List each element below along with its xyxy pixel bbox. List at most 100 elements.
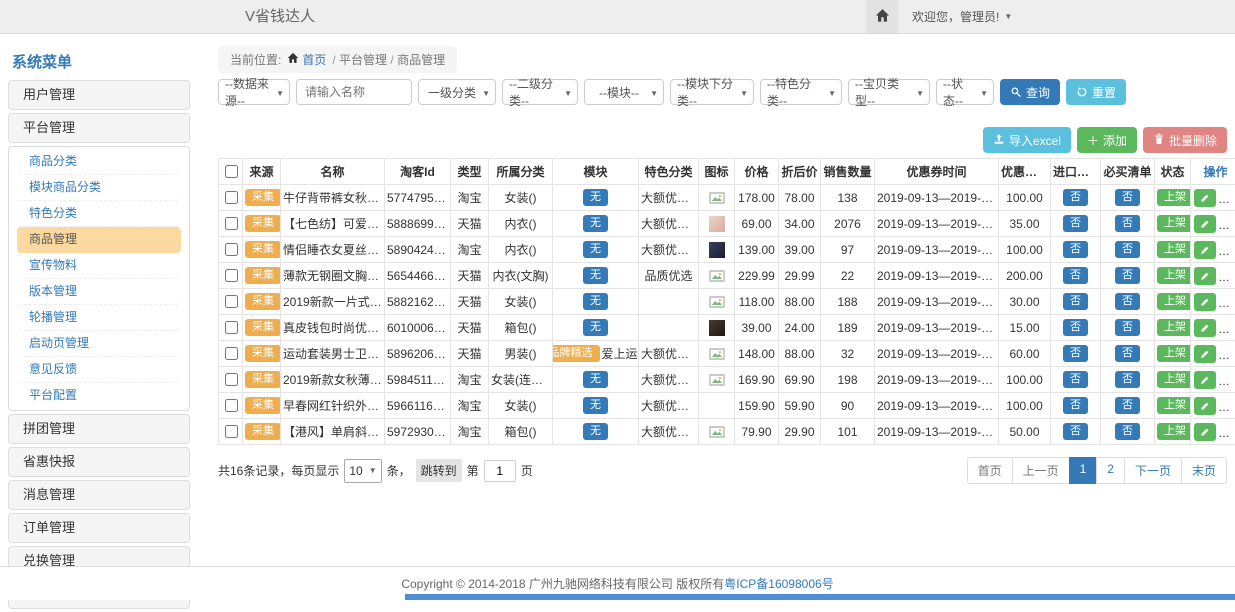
sidebar-item-商品分类[interactable]: 商品分类 — [17, 149, 181, 175]
status-badge[interactable]: 上架 — [1157, 397, 1191, 414]
icp-link[interactable]: 粤ICP备16098006号 — [724, 575, 833, 592]
status-badge[interactable]: 上架 — [1157, 345, 1191, 362]
add-button[interactable]: ＋添加 — [1077, 127, 1137, 153]
status-badge[interactable]: 上架 — [1157, 215, 1191, 232]
must-buy-badge[interactable]: 否 — [1115, 189, 1140, 206]
import-choice-badge[interactable]: 否 — [1063, 319, 1088, 336]
status-badge[interactable]: 上架 — [1157, 267, 1191, 284]
sidebar-group-消息管理[interactable]: 消息管理 — [8, 480, 190, 510]
status-badge[interactable]: 上架 — [1157, 293, 1191, 310]
module-none-badge[interactable]: 无 — [583, 397, 608, 414]
row-checkbox[interactable] — [225, 347, 238, 360]
must-buy-badge[interactable]: 否 — [1115, 423, 1140, 440]
select-all-checkbox[interactable] — [225, 165, 238, 178]
sidebar-group-平台管理[interactable]: 平台管理 — [8, 113, 190, 143]
jump-page-input[interactable] — [484, 460, 516, 482]
source-badge[interactable]: 采集 — [245, 423, 281, 440]
row-checkbox[interactable] — [225, 295, 238, 308]
sidebar-item-模块商品分类[interactable]: 模块商品分类 — [17, 175, 181, 201]
source-badge[interactable]: 采集 — [245, 241, 281, 258]
filter-select-item-type[interactable]: --宝贝类型--▼ — [848, 79, 930, 105]
edit-button[interactable] — [1194, 397, 1216, 415]
must-buy-badge[interactable]: 否 — [1115, 397, 1140, 414]
breadcrumb-item[interactable]: 平台管理 — [339, 53, 387, 67]
must-buy-badge[interactable]: 否 — [1115, 371, 1140, 388]
edit-button[interactable] — [1194, 345, 1216, 363]
import-choice-badge[interactable]: 否 — [1063, 215, 1088, 232]
name-search-input[interactable] — [296, 79, 412, 105]
edit-button[interactable] — [1194, 423, 1216, 441]
filter-select-level1-category[interactable]: 一级分类▼ — [418, 79, 496, 105]
batch-delete-button[interactable]: 批量删除 — [1143, 127, 1227, 153]
row-checkbox[interactable] — [225, 425, 238, 438]
module-none-badge[interactable]: 无 — [583, 267, 608, 284]
import-choice-badge[interactable]: 否 — [1063, 397, 1088, 414]
source-badge[interactable]: 采集 — [245, 319, 281, 336]
home-button[interactable] — [866, 0, 898, 33]
sidebar-group-省惠快报[interactable]: 省惠快报 — [8, 447, 190, 477]
sidebar-item-轮播管理[interactable]: 轮播管理 — [17, 305, 181, 331]
import-choice-badge[interactable]: 否 — [1063, 345, 1088, 362]
horizontal-scrollbar[interactable] — [405, 594, 1235, 600]
row-checkbox[interactable] — [225, 321, 238, 334]
must-buy-badge[interactable]: 否 — [1115, 215, 1140, 232]
import-choice-badge[interactable]: 否 — [1063, 293, 1088, 310]
row-checkbox[interactable] — [225, 373, 238, 386]
module-none-badge[interactable]: 无 — [583, 423, 608, 440]
module-none-badge[interactable]: 无 — [583, 293, 608, 310]
module-none-badge[interactable]: 无 — [583, 215, 608, 232]
status-badge[interactable]: 上架 — [1157, 319, 1191, 336]
filter-select-status[interactable]: --状态--▼ — [936, 79, 994, 105]
sidebar-item-商品管理[interactable]: 商品管理 — [17, 227, 181, 253]
filter-select-module[interactable]: --模块--▼ — [584, 79, 664, 105]
filter-select-data-source[interactable]: --数据来源--▼ — [218, 79, 290, 105]
edit-button[interactable] — [1194, 241, 1216, 259]
must-buy-badge[interactable]: 否 — [1115, 267, 1140, 284]
breadcrumb-home-link[interactable]: 首页 — [287, 51, 326, 68]
edit-button[interactable] — [1194, 371, 1216, 389]
page-button-末页[interactable]: 末页 — [1181, 457, 1227, 484]
page-button-下一页[interactable]: 下一页 — [1124, 457, 1182, 484]
jump-button[interactable]: 跳转到 — [416, 459, 462, 482]
source-badge[interactable]: 采集 — [245, 189, 281, 206]
row-checkbox[interactable] — [225, 191, 238, 204]
sidebar-item-启动页管理[interactable]: 启动页管理 — [17, 331, 181, 357]
reset-button[interactable]: 重置 — [1066, 79, 1126, 105]
page-button-1[interactable]: 1 — [1069, 457, 1098, 484]
filter-select-module-sub-category[interactable]: --模块下分类--▼ — [670, 79, 754, 105]
module-none-badge[interactable]: 无 — [583, 189, 608, 206]
page-button-2[interactable]: 2 — [1096, 457, 1125, 484]
import-choice-badge[interactable]: 否 — [1063, 241, 1088, 258]
sidebar-group-订单管理[interactable]: 订单管理 — [8, 513, 190, 543]
source-badge[interactable]: 采集 — [245, 397, 281, 414]
status-badge[interactable]: 上架 — [1157, 241, 1191, 258]
import-choice-badge[interactable]: 否 — [1063, 423, 1088, 440]
row-checkbox[interactable] — [225, 243, 238, 256]
page-button-首页[interactable]: 首页 — [967, 457, 1013, 484]
page-button-上一页[interactable]: 上一页 — [1012, 457, 1070, 484]
module-none-badge[interactable]: 无 — [583, 241, 608, 258]
filter-select-level2-category[interactable]: --二级分类--▼ — [502, 79, 578, 105]
edit-button[interactable] — [1194, 189, 1216, 207]
breadcrumb-item[interactable]: 商品管理 — [397, 53, 445, 67]
edit-button[interactable] — [1194, 267, 1216, 285]
must-buy-badge[interactable]: 否 — [1115, 293, 1140, 310]
import-excel-button[interactable]: 导入excel — [983, 127, 1071, 153]
edit-button[interactable] — [1194, 293, 1216, 311]
must-buy-badge[interactable]: 否 — [1115, 241, 1140, 258]
source-badge[interactable]: 采集 — [245, 267, 281, 284]
import-choice-badge[interactable]: 否 — [1063, 189, 1088, 206]
source-badge[interactable]: 采集 — [245, 215, 281, 232]
sidebar-item-版本管理[interactable]: 版本管理 — [17, 279, 181, 305]
module-none-badge[interactable]: 无 — [583, 371, 608, 388]
search-button[interactable]: 查询 — [1000, 79, 1060, 105]
must-buy-badge[interactable]: 否 — [1115, 345, 1140, 362]
filter-select-feature-category[interactable]: --特色分类--▼ — [760, 79, 842, 105]
row-checkbox[interactable] — [225, 217, 238, 230]
sidebar-group-用户管理[interactable]: 用户管理 — [8, 80, 190, 110]
sidebar-item-宣传物料[interactable]: 宣传物料 — [17, 253, 181, 279]
user-menu[interactable]: 欢迎您，管理员! ▼ — [912, 8, 1012, 25]
status-badge[interactable]: 上架 — [1157, 189, 1191, 206]
import-choice-badge[interactable]: 否 — [1063, 371, 1088, 388]
sidebar-item-特色分类[interactable]: 特色分类 — [17, 201, 181, 227]
